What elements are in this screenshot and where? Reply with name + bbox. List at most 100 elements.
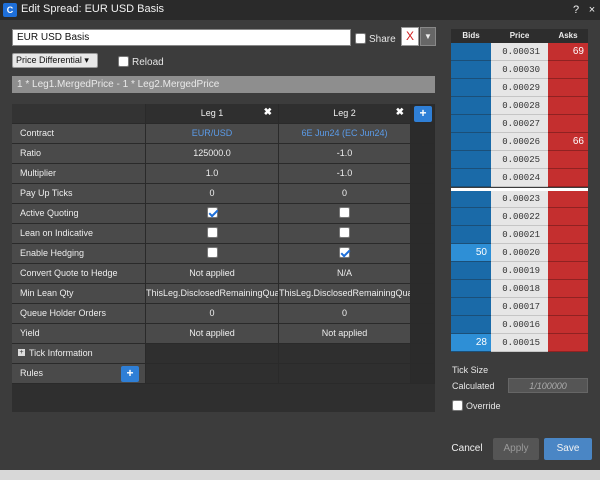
bid-cell[interactable] — [451, 298, 491, 316]
leg2-min-lean-value[interactable]: ThisLeg.DisclosedRemainingQuantity — [279, 284, 411, 304]
row-label: Lean on Indicative — [12, 224, 146, 244]
tick-information-row[interactable]: + Tick Information — [12, 344, 435, 364]
chevron-down-icon[interactable]: ▼ — [420, 27, 436, 46]
ask-cell[interactable] — [548, 208, 588, 226]
ask-cell[interactable] — [548, 298, 588, 316]
leg1-multiplier-value[interactable]: 1.0 — [146, 164, 279, 184]
header-end: + — [411, 104, 435, 124]
leg2-ratio-value[interactable]: -1.0 — [279, 144, 411, 164]
ask-cell[interactable] — [548, 334, 588, 352]
bid-cell[interactable] — [451, 97, 491, 115]
save-button[interactable]: Save — [544, 438, 592, 460]
color-picker-button[interactable]: X — [401, 27, 419, 46]
cancel-button[interactable]: Cancel — [446, 440, 488, 458]
leg2-active-quoting-checkbox[interactable] — [339, 207, 350, 219]
ladder-row: 0.00024 — [451, 169, 588, 187]
leg2-hedging-checkbox[interactable] — [339, 247, 350, 259]
leg2-convert-value[interactable]: N/A — [279, 264, 411, 284]
row-end — [411, 244, 435, 264]
ask-cell[interactable] — [548, 79, 588, 97]
override-label: Override — [466, 401, 501, 411]
leg2-lean-checkbox[interactable] — [339, 227, 350, 239]
ask-cell[interactable] — [548, 115, 588, 133]
tick-information-toggle[interactable]: + Tick Information — [12, 344, 146, 364]
ask-cell[interactable] — [548, 169, 588, 187]
bid-cell[interactable]: 50 — [451, 244, 491, 262]
ladder-row: 0.00031 69 — [451, 43, 588, 61]
price-differential-dropdown[interactable]: Price Differential ▾ — [12, 53, 98, 68]
spread-name-input[interactable] — [12, 29, 351, 46]
ask-cell[interactable] — [548, 97, 588, 115]
table-row: Ratio 125000.0 -1.0 — [12, 144, 435, 164]
leg1-active-quoting-checkbox[interactable] — [206, 207, 218, 219]
price-cell: 0.00024 — [491, 169, 548, 187]
leg1-contract-link[interactable]: EUR/USD — [146, 124, 279, 144]
rules-row: Rules + — [12, 364, 435, 384]
bid-cell[interactable] — [451, 262, 491, 280]
table-row: Enable Hedging — [12, 244, 435, 264]
apply-button[interactable]: Apply — [493, 438, 539, 460]
price-cell: 0.00030 — [491, 61, 548, 79]
ask-cell[interactable] — [548, 316, 588, 334]
leg2-contract-link[interactable]: 6E Jun24 (EC Jun24) — [279, 124, 411, 144]
bid-cell[interactable] — [451, 79, 491, 97]
bid-cell[interactable] — [451, 316, 491, 334]
bid-cell[interactable] — [451, 280, 491, 298]
leg2-active-quoting-cell — [279, 204, 411, 224]
leg1-convert-value[interactable]: Not applied — [146, 264, 279, 284]
leg2-queue-value[interactable]: 0 — [279, 304, 411, 324]
ask-cell[interactable]: 69 — [548, 43, 588, 61]
ask-cell[interactable] — [548, 280, 588, 298]
leg2-payup-value[interactable]: 0 — [279, 184, 411, 204]
leg1-hedging-checkbox[interactable] — [206, 247, 218, 259]
reload-checkbox[interactable] — [118, 56, 129, 67]
ask-cell[interactable] — [548, 244, 588, 262]
leg2-yield-value[interactable]: Not applied — [279, 324, 411, 344]
bid-cell[interactable] — [451, 226, 491, 244]
ask-cell[interactable] — [548, 262, 588, 280]
bid-cell[interactable] — [451, 190, 491, 208]
tick-information-label: Tick Information — [29, 348, 93, 358]
leg1-payup-value[interactable]: 0 — [146, 184, 279, 204]
close-icon[interactable]: × — [585, 3, 599, 17]
ladder-row: 0.00028 — [451, 97, 588, 115]
bid-cell[interactable] — [451, 169, 491, 187]
leg1-ratio-value[interactable]: 125000.0 — [146, 144, 279, 164]
add-leg-button[interactable]: + — [414, 106, 432, 122]
ladder-separator — [451, 188, 588, 191]
leg2-multiplier-value[interactable]: -1.0 — [279, 164, 411, 184]
leg1-lean-checkbox[interactable] — [206, 227, 218, 239]
bid-cell[interactable] — [451, 43, 491, 61]
help-icon[interactable]: ? — [569, 3, 583, 17]
leg1-min-lean-value[interactable]: ThisLeg.DisclosedRemainingQuantity — [146, 284, 279, 304]
bids-header: Bids — [451, 29, 491, 43]
bid-cell[interactable] — [451, 208, 491, 226]
expand-icon[interactable]: + — [18, 349, 25, 357]
ask-cell[interactable]: 66 — [548, 133, 588, 151]
asks-header: Asks — [548, 29, 588, 43]
table-row: Multiplier 1.0 -1.0 — [12, 164, 435, 184]
leg1-yield-value[interactable]: Not applied — [146, 324, 279, 344]
bid-cell[interactable]: 28 — [451, 334, 491, 352]
share-checkbox[interactable] — [355, 33, 366, 44]
ask-cell[interactable] — [548, 190, 588, 208]
ask-cell[interactable] — [548, 61, 588, 79]
share-label: Share — [369, 34, 396, 45]
bid-cell[interactable] — [451, 133, 491, 151]
bid-cell[interactable] — [451, 151, 491, 169]
bid-cell[interactable] — [451, 61, 491, 79]
leg1-queue-value[interactable]: 0 — [146, 304, 279, 324]
close-icon[interactable]: ✖ — [396, 108, 404, 118]
table-row: Min Lean Qty ThisLeg.DisclosedRemainingQ… — [12, 284, 435, 304]
price-cell: 0.00023 — [491, 190, 548, 208]
ask-cell[interactable] — [548, 151, 588, 169]
title-bar: C Edit Spread: EUR USD Basis ? × — [0, 0, 600, 20]
override-checkbox[interactable] — [452, 400, 463, 411]
row-end — [411, 364, 435, 384]
formula-field[interactable]: 1 * Leg1.MergedPrice - 1 * Leg2.MergedPr… — [12, 76, 435, 93]
close-icon[interactable]: ✖ — [264, 108, 272, 118]
add-rule-button[interactable]: + — [121, 366, 139, 382]
ask-cell[interactable] — [548, 226, 588, 244]
row-end — [411, 164, 435, 184]
bid-cell[interactable] — [451, 115, 491, 133]
